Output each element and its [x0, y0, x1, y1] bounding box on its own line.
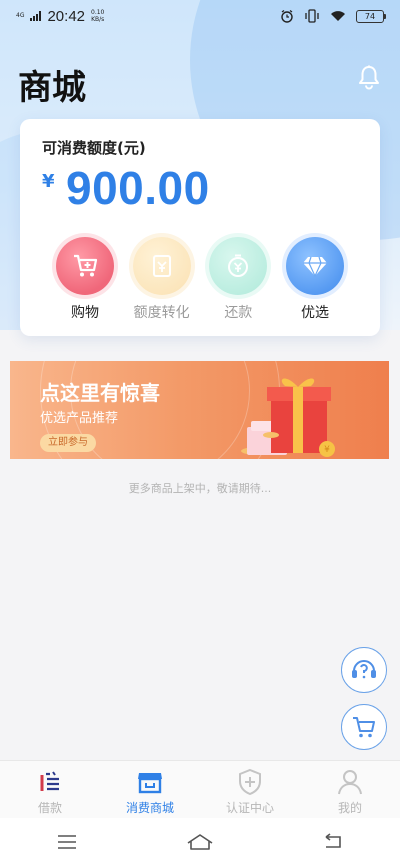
home-button[interactable]: [180, 827, 220, 857]
credit-label: 可消费额度(元): [42, 139, 146, 157]
alarm-icon: [281, 9, 293, 23]
quota-convert-label: 额度转化: [133, 305, 190, 321]
banner-join-button[interactable]: 立即参与: [40, 434, 96, 452]
loan-icon: [36, 768, 64, 796]
nav-certification-label: 认证中心: [225, 801, 274, 815]
nav-mine[interactable]: 我的: [300, 761, 400, 818]
currency-symbol: ¥: [42, 171, 55, 192]
back-button[interactable]: [313, 827, 353, 857]
nav-mine-label: 我的: [337, 801, 362, 815]
bottom-navigation: 借款 消费商城 认证中心 我的: [0, 760, 400, 818]
user-icon: [336, 768, 364, 796]
nav-certification[interactable]: 认证中心: [200, 761, 300, 818]
nav-loan[interactable]: 借款: [0, 761, 100, 818]
shopping-action[interactable]: 购物: [50, 237, 120, 322]
shopping-label: 购物: [71, 305, 99, 321]
repay-action[interactable]: 还款: [203, 237, 273, 322]
clock: 20:42: [47, 7, 86, 25]
repay-icon: [209, 237, 268, 295]
promo-banner[interactable]: 点这里有惊喜 优选产品推荐 立即参与 ¥: [10, 361, 389, 459]
store-icon: [136, 768, 164, 796]
signal-icon: [30, 11, 42, 21]
select-action[interactable]: 优选: [280, 237, 350, 322]
svg-text:¥: ¥: [324, 445, 330, 455]
quick-actions: 购物 额度转化 还款 优选: [50, 237, 350, 322]
bell-icon[interactable]: [356, 64, 382, 90]
quota-convert-icon: [132, 237, 191, 295]
vibrate-icon: [305, 9, 319, 23]
banner-title: 点这里有惊喜: [40, 381, 160, 405]
status-bar: 4G 20:42 0.10 KB/s 74: [0, 0, 400, 32]
shield-plus-icon: [236, 768, 264, 796]
help-icon: [352, 660, 376, 679]
nav-store[interactable]: 消费商城: [100, 761, 200, 818]
cart-button[interactable]: [341, 704, 387, 750]
banner-subtitle: 优选产品推荐: [40, 411, 119, 426]
network-type: 4G: [16, 12, 25, 19]
network-speed: 0.10 KB/s: [91, 9, 105, 23]
credit-card: 可消费额度(元) ¥ 900.00 购物 额度转化 还款 优选: [20, 119, 380, 336]
page-title: 商城: [18, 68, 86, 108]
credit-amount: 900.00: [66, 162, 210, 214]
home-icon: [187, 834, 213, 850]
help-button[interactable]: [341, 647, 387, 693]
quota-convert-action[interactable]: 额度转化: [127, 237, 197, 322]
battery-icon: 74: [356, 9, 386, 23]
shopping-cart-icon: [56, 237, 114, 295]
cart-icon: [353, 717, 375, 738]
gift-box-icon: ¥: [241, 378, 335, 457]
system-navigation-bar: [0, 818, 400, 866]
diamond-icon: [285, 237, 344, 295]
menu-button[interactable]: [47, 827, 87, 857]
select-label: 优选: [300, 305, 329, 321]
coming-soon-text: 更多商品上架中，敬请期待...: [128, 482, 272, 495]
repay-label: 还款: [224, 305, 253, 321]
menu-icon: [57, 835, 76, 849]
wifi-icon: [331, 11, 345, 21]
nav-loan-label: 借款: [37, 801, 62, 815]
back-icon: [325, 833, 342, 848]
nav-store-label: 消费商城: [125, 801, 174, 815]
